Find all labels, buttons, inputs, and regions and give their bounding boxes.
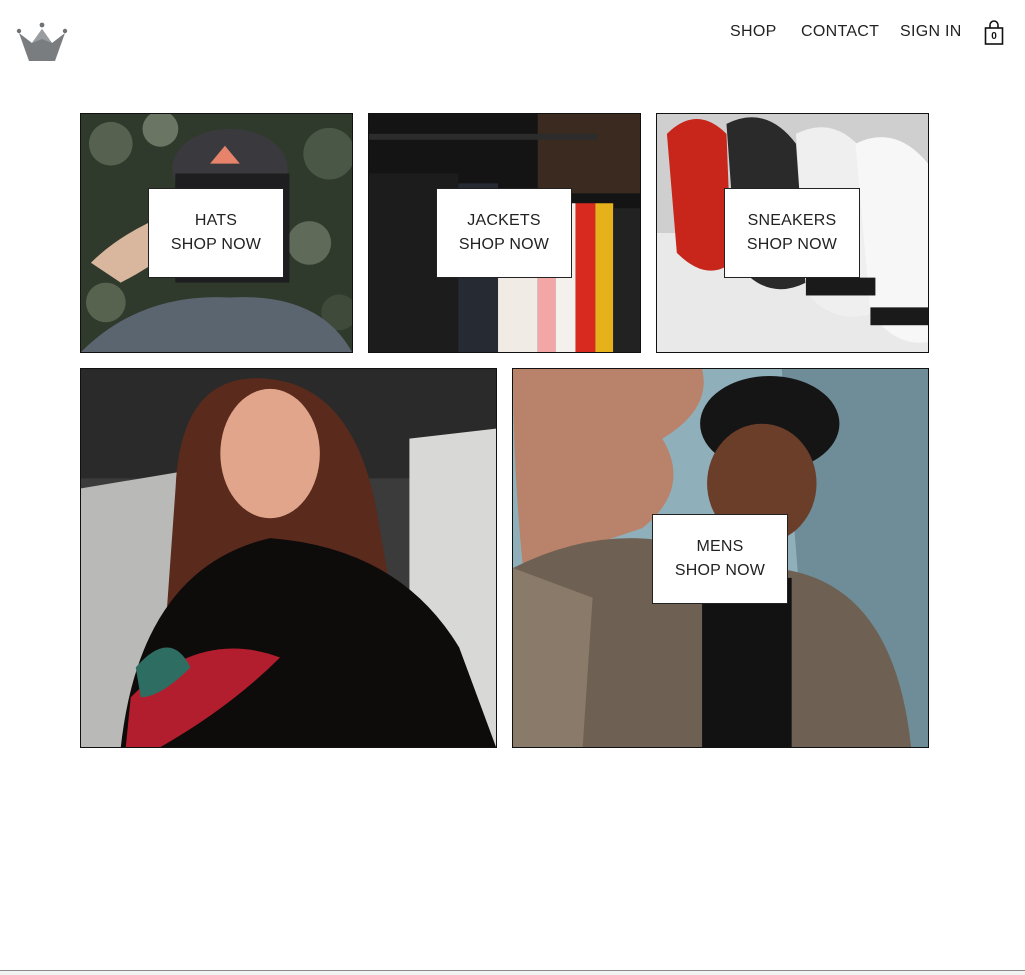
nav-contact-link[interactable]: CONTACT <box>801 23 879 41</box>
hats-label-box[interactable]: HATS SHOP NOW <box>148 188 284 278</box>
jackets-label-box[interactable]: JACKETS SHOP NOW <box>436 188 572 278</box>
nav-sign-in-link[interactable]: SIGN IN <box>900 23 962 41</box>
sneakers-label-box[interactable]: SNEAKERS SHOP NOW <box>724 188 860 278</box>
sneakers-shop-now: SHOP NOW <box>746 236 838 253</box>
sneakers-title: SNEAKERS <box>747 212 837 229</box>
womens-photo <box>81 369 496 747</box>
nav-shop-link[interactable]: SHOP <box>730 23 777 41</box>
jackets-title: JACKETS <box>467 212 541 229</box>
logo[interactable] <box>15 21 69 65</box>
mens-shop-now: SHOP NOW <box>674 562 766 579</box>
directory-item-jackets[interactable]: JACKETS SHOP NOW <box>368 113 641 353</box>
bottom-divider <box>0 970 1025 975</box>
jackets-shop-now: SHOP NOW <box>458 236 550 253</box>
hats-title: HATS <box>194 212 238 229</box>
directory-item-mens[interactable]: MENS SHOP NOW <box>512 368 929 748</box>
directory-item-womens[interactable] <box>80 368 497 748</box>
cart-item-count: 0 <box>991 31 997 42</box>
hats-shop-now: SHOP NOW <box>170 236 262 253</box>
mens-label-box[interactable]: MENS SHOP NOW <box>652 514 788 604</box>
directory-item-sneakers[interactable]: SNEAKERS SHOP NOW <box>656 113 929 353</box>
directory-item-hats[interactable]: HATS SHOP NOW <box>80 113 353 353</box>
crown-icon <box>16 22 68 61</box>
mens-title: MENS <box>696 538 744 555</box>
cart-button[interactable]: 0 <box>983 19 1005 47</box>
